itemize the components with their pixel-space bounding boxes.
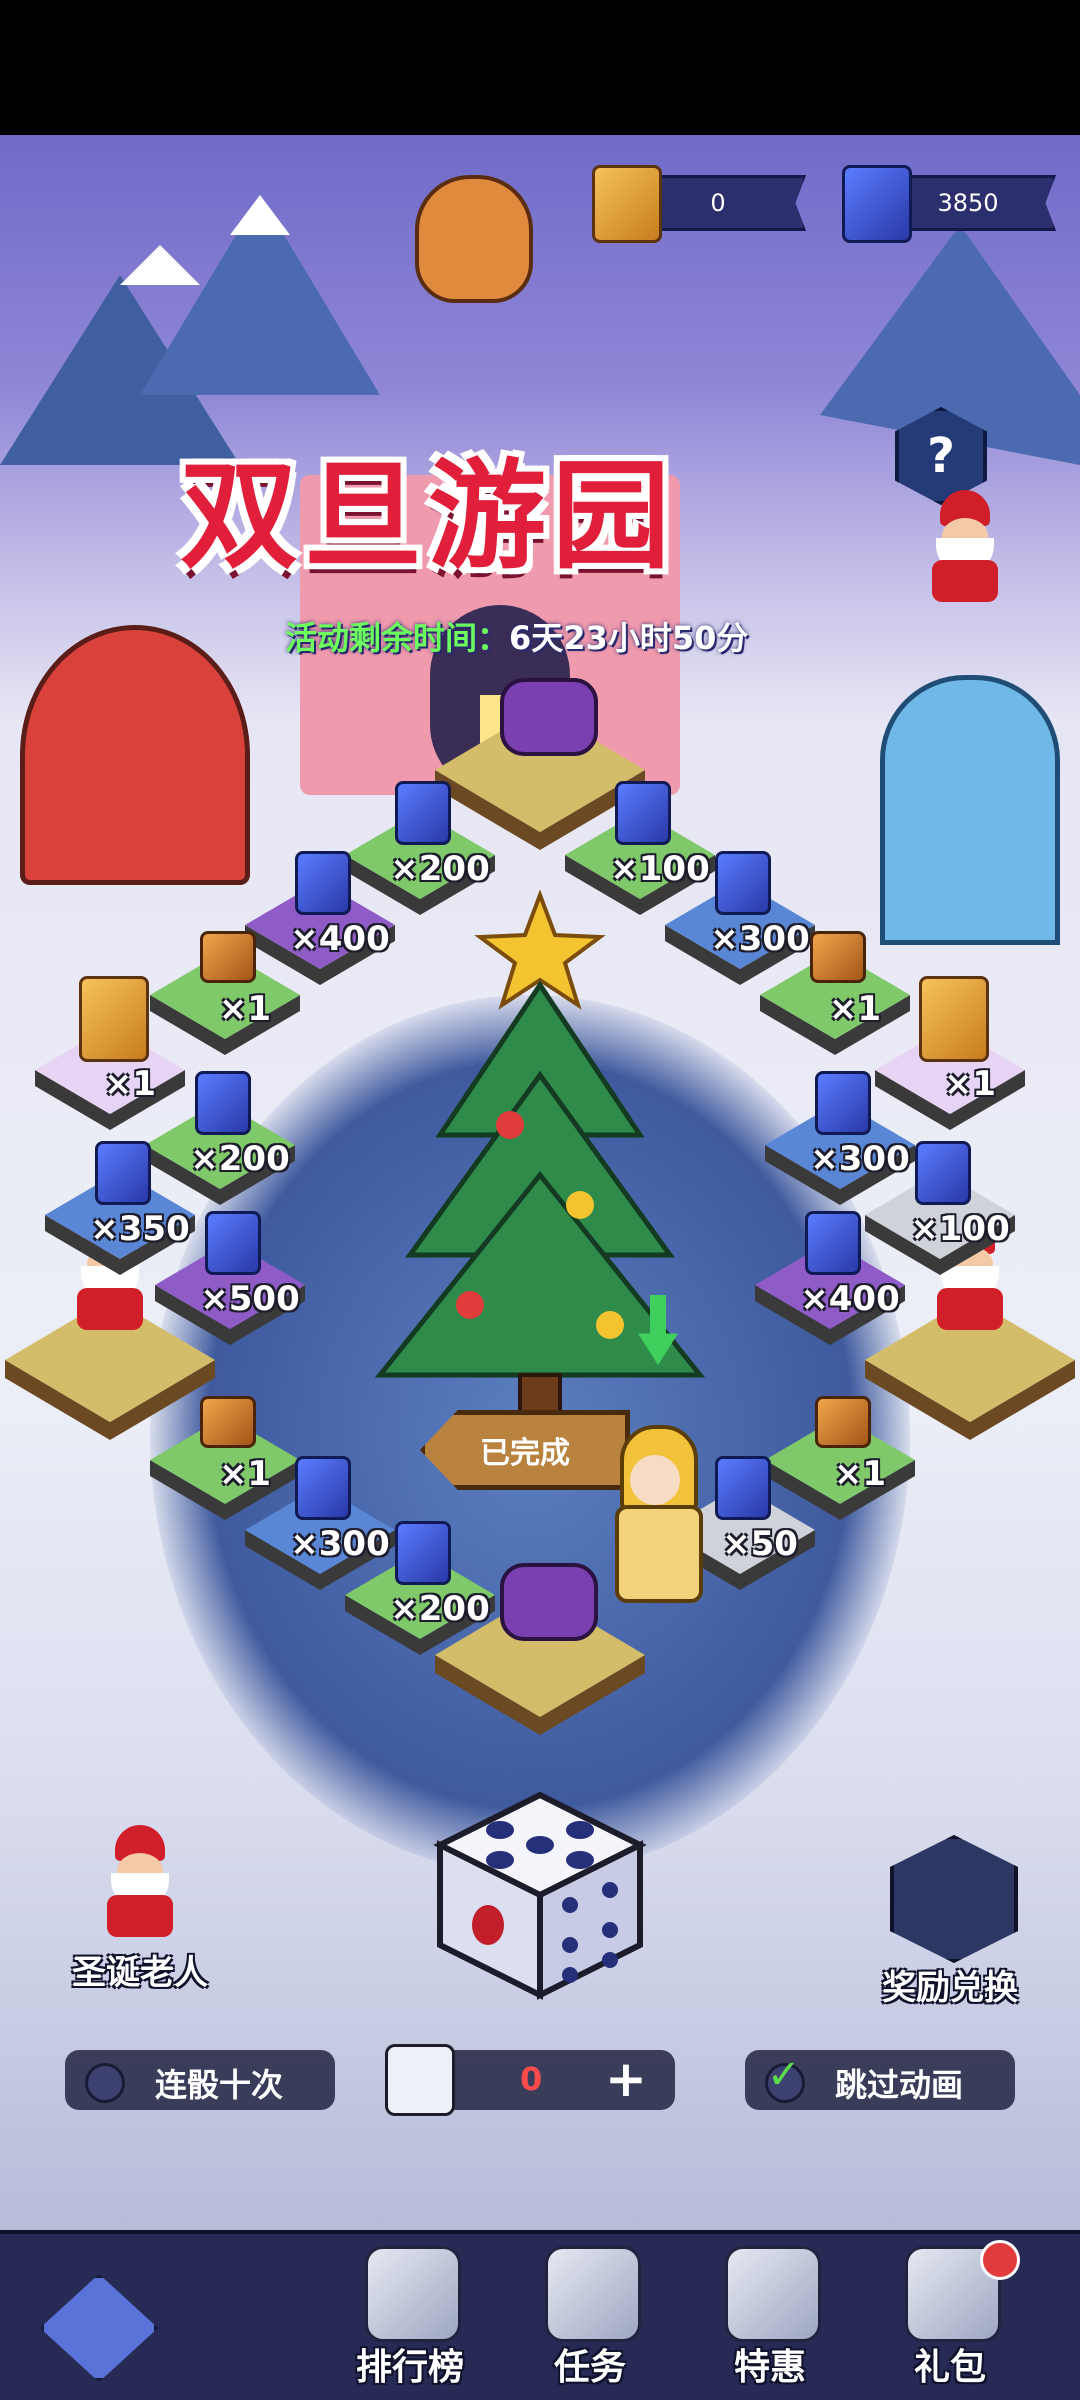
- gold-scroll-icon: [592, 165, 662, 243]
- game-screen: 0 3850 双旦游园 ? 活动剩余时间：6天23小时50分 已完成 ×200 …: [0, 0, 1080, 2400]
- roll-dice-button[interactable]: [430, 1785, 650, 2005]
- blue-scroll-icon: [815, 1071, 871, 1135]
- chest-icon: [810, 931, 866, 983]
- help-icon: ?: [927, 428, 955, 484]
- blue-scroll-icon: [195, 1071, 251, 1135]
- nav-special-offer-label: 特惠: [733, 2347, 806, 2388]
- task-icon: [545, 2246, 641, 2342]
- chest-icon: [815, 1396, 871, 1448]
- dice-icon: [433, 1791, 647, 2000]
- dice-counter: 0 +: [385, 2044, 675, 2116]
- blue-scroll-icon: [915, 1141, 971, 1205]
- igloo-icon: [880, 675, 1060, 945]
- santa-button-label: 圣诞老人: [72, 1953, 208, 1993]
- blue-scroll-icon: [615, 781, 671, 845]
- blue-scroll-icon: [715, 851, 771, 915]
- timer-value: 6天23小时50分: [509, 619, 749, 657]
- chest-icon: [200, 1396, 256, 1448]
- board-tile: ×200: [345, 1521, 495, 1655]
- chest-icon: [200, 931, 256, 983]
- signpost-label: 已完成: [480, 1436, 570, 1471]
- blue-scroll-icon: [205, 1211, 261, 1275]
- board-tile: ×500: [155, 1211, 305, 1345]
- skip-animation-label: 跳过动画: [835, 2066, 964, 2104]
- nav-tasks-label: 任务: [553, 2347, 626, 2388]
- lightning-icon: [725, 2246, 821, 2342]
- timer-label: 活动剩余时间：: [285, 619, 510, 657]
- event-timer: 活动剩余时间：6天23小时50分: [285, 613, 748, 659]
- tile-reward-label: ×100: [910, 1209, 1010, 1249]
- gingerbread-icon: [415, 175, 533, 303]
- blue-scroll-icon: [805, 1211, 861, 1275]
- roll-ten-label: 连骰十次: [155, 2066, 284, 2104]
- status-bar: [0, 0, 1080, 135]
- checkmark-icon: ✓: [767, 2052, 801, 2098]
- blue-scroll-icon: [395, 781, 451, 845]
- board-tile: ×400: [755, 1211, 905, 1345]
- tile-reward-label: ×500: [200, 1279, 300, 1319]
- tile-reward-label: ×1: [943, 1064, 997, 1104]
- gingerbread-house-icon: [20, 625, 250, 885]
- skip-animation-toggle[interactable]: ✓ 跳过动画: [745, 2050, 1015, 2110]
- board-scene: 0 3850 双旦游园 ? 活动剩余时间：6天23小时50分 已完成 ×200 …: [0, 135, 1080, 2230]
- bottom-navigation: 排行榜 任务 特惠 礼包: [0, 2230, 1080, 2400]
- blue-scroll-icon: [95, 1141, 151, 1205]
- home-logo-icon[interactable]: [40, 2274, 158, 2382]
- tile-reward-label: ×1: [218, 989, 272, 1029]
- nav-leaderboard[interactable]: 排行榜: [340, 2246, 480, 2396]
- gold-scroll-icon: [79, 976, 149, 1062]
- nav-tasks[interactable]: 任务: [520, 2246, 660, 2396]
- gold-scroll-icon: [919, 976, 989, 1062]
- dice-small-icon: [385, 2044, 455, 2116]
- player-character: [600, 1425, 710, 1605]
- completed-signpost: 已完成: [420, 1410, 630, 1490]
- checkbox-icon: [85, 2063, 125, 2103]
- tile-reward-label: ×200: [390, 1589, 490, 1629]
- santa-sitting-icon: [920, 490, 1010, 602]
- gift-shop-icon: [890, 1835, 1018, 1963]
- tile-reward-label: ×400: [800, 1279, 900, 1319]
- trophy-icon: [365, 2246, 461, 2342]
- nav-leaderboard-label: 排行榜: [355, 2347, 464, 2388]
- blue-scroll-icon: [715, 1456, 771, 1520]
- add-dice-button[interactable]: +: [605, 2050, 647, 2108]
- nav-special-offer[interactable]: 特惠: [700, 2246, 840, 2396]
- event-title: 双旦游园: [180, 447, 677, 585]
- santa-button[interactable]: 圣诞老人: [55, 1825, 225, 1995]
- blue-scroll-icon: [842, 165, 912, 243]
- dice-count-value: 0: [520, 2060, 543, 2098]
- santa-icon: [95, 1825, 185, 1937]
- blue-scroll-icon: [295, 851, 351, 915]
- gold-currency-value: 0: [710, 189, 726, 217]
- blue-scroll-icon: [295, 1456, 351, 1520]
- tile-reward-label: ×1: [103, 1064, 157, 1104]
- blue-currency-value: 3850: [937, 189, 999, 217]
- nav-gift-pack-label: 礼包: [913, 2347, 986, 2388]
- tile-reward-label: ×1: [828, 989, 882, 1029]
- reward-exchange-button[interactable]: 奖励兑换: [860, 1835, 1040, 2015]
- gamepad-icon: [500, 678, 598, 756]
- reward-exchange-label: 奖励兑换: [882, 1968, 1018, 2008]
- nav-gift-pack[interactable]: 礼包: [880, 2240, 1020, 2396]
- blue-scroll-icon: [395, 1521, 451, 1585]
- notification-dot-icon: [980, 2240, 1020, 2280]
- roll-ten-toggle[interactable]: 连骰十次: [65, 2050, 335, 2110]
